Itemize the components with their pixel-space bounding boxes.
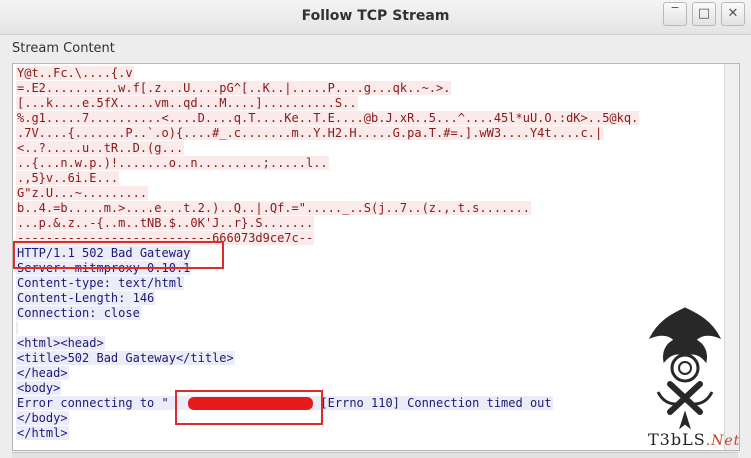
dragon-logo-icon: [648, 307, 722, 430]
stream-line: ---------------------------666073d9ce7c-…: [16, 231, 725, 246]
stream-text: Y@t..Fc.\....{.v: [16, 66, 134, 80]
stream-text: ...p.&.z..-{..m..tNB.$..0K'J..r}.S......…: [16, 216, 315, 230]
stream-line: Content-Length: 146: [16, 291, 725, 306]
server-data: HTTP/1.1 502 Bad Gateway Server: mitmpro…: [16, 246, 725, 441]
stream-line: .7V....{.......P..`.o){....#_.c.......m.…: [16, 126, 725, 141]
stream-text: </html>: [16, 426, 69, 440]
stream-text: %.g1.....7..........<....D....q.T....Ke.…: [16, 111, 640, 125]
stream-text: Connection: close: [16, 306, 141, 320]
title-bar[interactable]: Follow TCP Stream ‾ □ ✕: [0, 0, 751, 35]
stream-line: Content-type: text/html: [16, 276, 725, 291]
stream-line: <title>502 Bad Gateway</title>: [16, 351, 725, 366]
stream-text: Content-type: text/html: [16, 276, 185, 290]
stream-text: Content-Length: 146: [16, 291, 156, 305]
status-line: HTTP/1.1 502 Bad Gateway: [16, 246, 725, 261]
stream-line: .,5}v..6i.E...: [16, 171, 725, 186]
stream-line: </body>: [16, 411, 725, 426]
stream-text: b..4.=b.....m.>....e...t.2.)..Q..|.Qf.="…: [16, 201, 531, 215]
stream-line: =.E2..........w.f[.z...U....pG^[..K..|..…: [16, 81, 725, 96]
stream-text: ..{...n.w.p.)!.......o..n.........;.....…: [16, 156, 329, 170]
stream-line: ..{...n.w.p.)!.......o..n.........;.....…: [16, 156, 725, 171]
error-line: Error connecting to " ": [Errno 110] Con…: [16, 396, 725, 411]
stream-text: ---------------------------666073d9ce7c-…: [16, 231, 315, 245]
stream-text: G"z.U...~.........: [16, 186, 149, 200]
stream-text: </body>: [16, 411, 69, 425]
stream-text: HTTP/1.1 502 Bad Gateway: [16, 246, 192, 260]
stream-text: <html><head>: [16, 336, 105, 350]
stream-content-area[interactable]: Y@t..Fc.\....{.v =.E2..........w.f[.z...…: [12, 63, 740, 451]
window-title: Follow TCP Stream: [301, 8, 450, 24]
minimize-button[interactable]: ‾: [663, 2, 687, 26]
stream-text: =.E2..........w.f[.z...U....pG^[..K..|..…: [16, 81, 452, 95]
stream-text: Server: mitmproxy 0.10.1: [16, 261, 192, 275]
stream-line: </html>: [16, 426, 725, 441]
stream-line: [...k....e.5fX.....vm..qd...M....]......…: [16, 96, 725, 111]
redaction-mark: [188, 397, 313, 410]
stream-line: <body>: [16, 381, 725, 396]
stream-text: <title>502 Bad Gateway</title>: [16, 351, 235, 365]
stream-content-label: Stream Content: [12, 41, 115, 56]
stream-line: <html><head>: [16, 336, 725, 351]
stream-line: Server: mitmproxy 0.10.1: [16, 261, 725, 276]
maximize-button[interactable]: □: [692, 2, 716, 26]
stream-line: Connection: close: [16, 306, 725, 321]
stream-text: [16, 321, 18, 335]
stream-line: <..?.....u..tR..D.(g...: [16, 141, 725, 156]
close-button[interactable]: ✕: [721, 2, 745, 26]
stream-text: <..?.....u..tR..D.(g...: [16, 141, 185, 155]
stream-text: .7V....{.......P..`.o){....#_.c.......m.…: [16, 126, 604, 140]
watermark-text: T3bLS.Net: [648, 430, 741, 449]
stream-text: .,5}v..6i.E...: [16, 171, 120, 185]
stream-line: G"z.U...~.........: [16, 186, 725, 201]
stream-line: b..4.=b.....m.>....e...t.2.)..Q..|.Qf.="…: [16, 201, 725, 216]
stream-text: <body>: [16, 381, 62, 395]
bottom-panel-edge: [12, 452, 738, 458]
stream-text: [...k....e.5fX.....vm..qd...M....]......…: [16, 96, 358, 110]
stream-line: Y@t..Fc.\....{.v: [16, 66, 725, 81]
stream-line: </head>: [16, 366, 725, 381]
stream-line: [16, 321, 725, 336]
client-data: Y@t..Fc.\....{.v =.E2..........w.f[.z...…: [16, 66, 725, 246]
stream-text: </head>: [16, 366, 69, 380]
stream-line: ...p.&.z..-{..m..tNB.$..0K'J..r}.S......…: [16, 216, 725, 231]
stream-line: %.g1.....7..........<....D....q.T....Ke.…: [16, 111, 725, 126]
